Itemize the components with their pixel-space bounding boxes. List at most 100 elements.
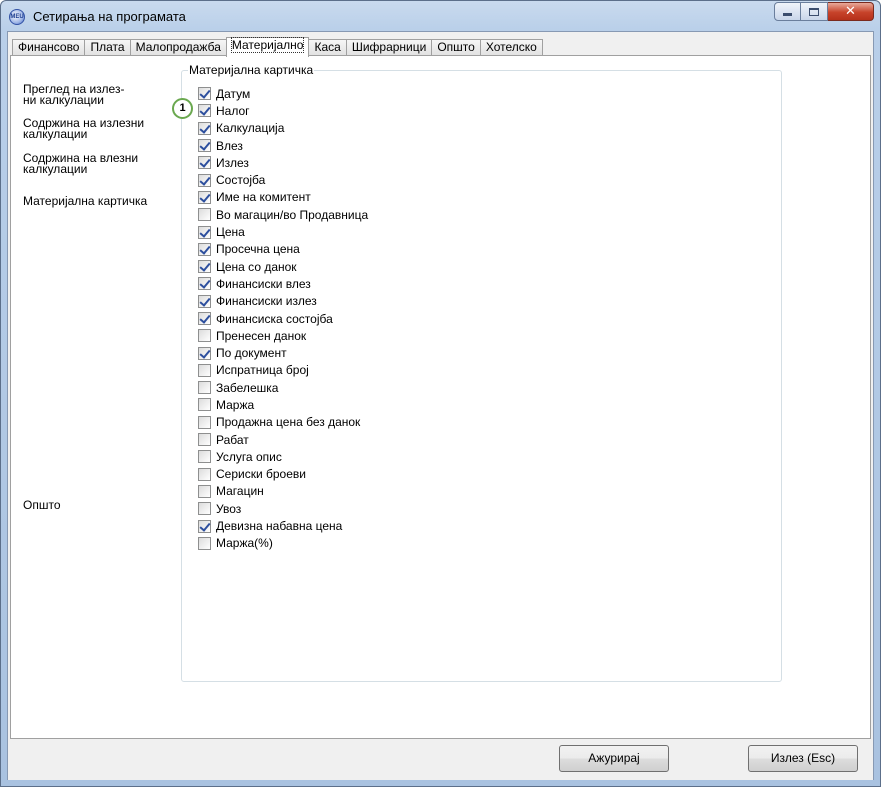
option-label: Увоз	[216, 501, 242, 516]
app-icon[interactable]: MEU	[9, 9, 25, 25]
option-checkbox[interactable]	[198, 329, 211, 343]
section-nav-item[interactable]: Содржина на излезни калкулации	[23, 117, 173, 141]
option-label: Рабат	[216, 432, 249, 447]
app-window: MEU Сетирања на програмата ✕ Финансово Пл…	[0, 0, 881, 787]
option-checkbox[interactable]	[198, 208, 211, 222]
option-checkbox[interactable]	[198, 190, 211, 204]
option-checkbox[interactable]	[198, 536, 211, 550]
option-row[interactable]: Маржа(%)	[198, 535, 368, 552]
tab-label: Каса	[314, 40, 341, 54]
option-label: Просечна цена	[216, 242, 300, 257]
option-label: Калкулација	[216, 121, 285, 136]
option-checkbox[interactable]	[198, 502, 211, 516]
section-nav-item[interactable]: Општо	[23, 498, 173, 512]
option-row[interactable]: Во магацин/во Продавница	[198, 206, 368, 223]
option-label: Влез	[216, 138, 243, 153]
option-row[interactable]: Име на комитент	[198, 189, 368, 206]
option-label: Маржа	[216, 397, 255, 412]
option-row[interactable]: Налог	[198, 102, 368, 119]
tab-panel-materijalno: Преглед на излез-ни калкулации Содржина н…	[10, 55, 871, 739]
option-checkbox[interactable]	[198, 121, 211, 135]
option-label: По документ	[216, 346, 287, 361]
section-nav-item[interactable]: Преглед на излез-ни калкулации	[23, 83, 173, 107]
option-row[interactable]: Девизна набавна цена	[198, 517, 368, 534]
option-checkbox[interactable]	[198, 415, 211, 429]
section-nav-item[interactable]: Содржина на влезни калкулации	[23, 152, 173, 175]
section-nav-label-line2: ни калкулации	[23, 93, 104, 107]
window-controls: ✕	[774, 2, 874, 22]
option-row[interactable]: Цена со данок	[198, 258, 368, 275]
option-row[interactable]: Сериски броеви	[198, 466, 368, 483]
option-label: Во магацин/во Продавница	[216, 207, 369, 222]
option-row[interactable]: Состојба	[198, 171, 368, 188]
option-checkbox[interactable]	[198, 312, 211, 325]
option-row[interactable]: Увоз	[198, 500, 368, 517]
option-label: Испратница број	[216, 363, 309, 378]
section-nav-label: Материјална картичка	[23, 194, 148, 208]
close-button[interactable]: ✕	[828, 2, 874, 21]
option-checkbox[interactable]	[198, 173, 211, 187]
option-row[interactable]: Влез	[198, 137, 368, 154]
option-row[interactable]: Финансиски излез	[198, 293, 368, 310]
option-row[interactable]: Просечна цена	[198, 241, 368, 258]
option-checkbox[interactable]	[198, 87, 211, 101]
option-row[interactable]: Рабат	[198, 431, 368, 448]
option-checkbox[interactable]	[198, 363, 211, 377]
option-row[interactable]: Магацин	[198, 483, 368, 500]
option-label: Цена со данок	[216, 259, 297, 274]
option-row[interactable]: Датум	[198, 85, 368, 102]
option-row[interactable]: Услуга опис	[198, 448, 368, 465]
option-label: Услуга опис	[216, 449, 282, 464]
button-bar: Ажурирај Излез (Esc)	[8, 740, 873, 780]
maximize-icon	[809, 7, 819, 16]
option-checkbox[interactable]	[198, 381, 211, 395]
option-label: Продажна цена без данок	[216, 415, 361, 430]
maximize-button[interactable]	[801, 2, 828, 21]
option-checkbox[interactable]	[198, 484, 211, 498]
option-row[interactable]: Финансиска состојба	[198, 310, 368, 327]
option-checkbox[interactable]	[198, 139, 211, 153]
exit-button[interactable]: Излез (Esc)	[748, 745, 858, 772]
section-nav-item[interactable]: Материјална картичка	[23, 194, 173, 208]
tab-6[interactable]: Општо	[431, 39, 480, 56]
option-checkbox[interactable]	[198, 277, 211, 291]
option-row[interactable]: Продажна цена без данок	[198, 414, 368, 431]
option-row[interactable]: Излез	[198, 154, 368, 171]
tab-4[interactable]: Каса	[309, 39, 346, 56]
option-row[interactable]: Забелешка	[198, 379, 368, 396]
option-checkbox[interactable]	[198, 467, 211, 481]
option-row[interactable]: Пренесен данок	[198, 327, 368, 344]
option-row[interactable]: Калкулација	[198, 120, 368, 137]
option-checkbox[interactable]	[198, 433, 211, 447]
dialog-client-area: Финансово Плата Малопродажба Материјално Кас…	[7, 31, 874, 780]
option-checkbox[interactable]	[198, 519, 211, 533]
tab-2[interactable]: Малопродажба	[129, 39, 226, 56]
title-bar[interactable]: MEU Сетирања на програмата ✕	[1, 1, 880, 31]
tab-0[interactable]: Финансово	[12, 39, 85, 56]
option-row[interactable]: Цена	[198, 223, 368, 240]
option-row[interactable]: Испратница број	[198, 362, 368, 379]
option-label: Цена	[216, 225, 245, 240]
option-row[interactable]: Финансиски влез	[198, 275, 368, 292]
option-checkbox[interactable]	[198, 398, 211, 412]
tab-3[interactable]: Материјално	[225, 37, 310, 57]
update-button[interactable]: Ажурирај	[559, 745, 669, 772]
tab-label: Материјално	[230, 37, 305, 53]
minimize-button[interactable]	[774, 2, 801, 21]
tab-5[interactable]: Шифрарници	[345, 39, 432, 56]
option-checkbox[interactable]	[198, 260, 211, 274]
option-checkbox[interactable]	[198, 225, 211, 239]
option-checkbox[interactable]	[198, 450, 211, 464]
option-checkbox[interactable]	[198, 242, 211, 256]
option-checkbox[interactable]	[198, 294, 211, 308]
option-checkbox[interactable]	[198, 156, 211, 170]
option-checkbox[interactable]	[198, 104, 211, 118]
tab-label: Шифрарници	[351, 40, 427, 54]
option-row[interactable]: По документ	[198, 344, 368, 361]
option-checkbox[interactable]	[198, 346, 211, 360]
section-nav-label: Општо	[23, 498, 61, 512]
tab-1[interactable]: Плата	[84, 39, 130, 56]
section-nav-label-line2: калкулации	[23, 127, 88, 141]
option-row[interactable]: Маржа	[198, 396, 368, 413]
tab-7[interactable]: Хотелско	[479, 39, 543, 56]
